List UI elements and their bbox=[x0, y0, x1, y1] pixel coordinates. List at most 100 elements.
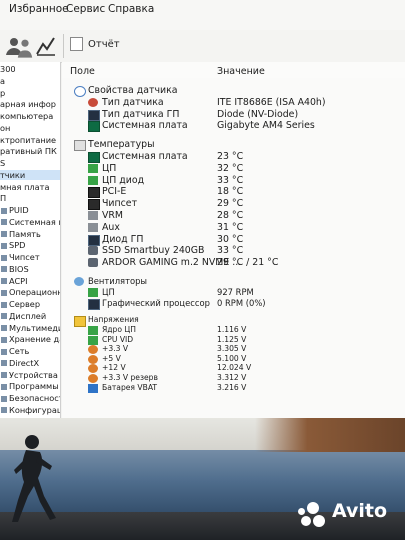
sidebar-item-label: BIOS bbox=[9, 263, 29, 274]
sidebar-item[interactable]: тчики bbox=[0, 169, 60, 180]
field-value: 32 °C bbox=[217, 162, 244, 174]
column-value[interactable]: Значение bbox=[217, 66, 265, 77]
tree-node-icon bbox=[1, 313, 7, 320]
menu-service[interactable]: Сервис bbox=[66, 0, 105, 24]
toolbar-separator bbox=[63, 34, 64, 58]
battery-icon bbox=[88, 383, 98, 393]
sidebar-item[interactable]: Программы bbox=[0, 381, 60, 391]
runner-silhouette bbox=[12, 435, 56, 522]
sidebar-item[interactable]: он bbox=[0, 123, 60, 133]
sidebar-item[interactable]: Хранение данных bbox=[0, 334, 60, 344]
sidebar-item-label: Системная плата bbox=[9, 216, 60, 227]
sidebar-item[interactable]: ACPI bbox=[0, 276, 60, 286]
sidebar-item-label: ACPI bbox=[9, 275, 28, 286]
sidebar-item[interactable]: Память bbox=[0, 229, 60, 239]
field-value: 29 °C bbox=[217, 198, 244, 210]
sidebar-item[interactable]: Сервер bbox=[0, 299, 60, 309]
field-value: 23 °C bbox=[217, 151, 244, 162]
sidebar-item[interactable]: DirectX bbox=[0, 358, 60, 368]
field-label: Системная плата bbox=[102, 151, 188, 162]
sidebar-item[interactable]: Системная плата bbox=[0, 217, 60, 227]
menu-favorites[interactable]: Избранное bbox=[9, 0, 69, 24]
sensor-row[interactable]: Батарея VBAT 3.216 V bbox=[62, 382, 405, 396]
sidebar-item[interactable]: S bbox=[0, 158, 60, 168]
user-group-icon bbox=[13, 36, 33, 58]
sidebar-item-label: Сеть bbox=[9, 346, 30, 356]
sidebar-item-label: SPD bbox=[9, 240, 26, 251]
sidebar-item-label: арная инфор bbox=[0, 99, 56, 110]
gpu-icon bbox=[88, 298, 100, 310]
sidebar-item-label: Программы bbox=[9, 381, 59, 392]
sidebar-tree[interactable]: 300 а р арная инфор компьютера он ктропитание р… bbox=[0, 62, 61, 418]
cpu-icon bbox=[88, 287, 98, 297]
tree-node-icon bbox=[1, 278, 7, 284]
sensor-list[interactable]: Свойства датчика Тип датчика ITE IT8686E (… bbox=[62, 78, 405, 418]
menu-bar: Избранное Сервис Справка bbox=[0, 0, 405, 30]
sidebar-item-label: Чипсет bbox=[9, 252, 40, 262]
sensor-row[interactable]: Графический процессор 0 RPM (0%) bbox=[62, 297, 405, 311]
field-value: Gigabyte AM4 Series bbox=[217, 120, 315, 132]
field-value: 31 °C bbox=[217, 221, 244, 233]
watermark-text: Avito bbox=[332, 500, 388, 522]
field-value: 927 RPM bbox=[217, 286, 254, 297]
tree-node-icon bbox=[1, 266, 7, 273]
field-value: 30 °C bbox=[217, 233, 244, 245]
sidebar-item[interactable]: 300 bbox=[0, 64, 60, 74]
sidebar-item[interactable]: Операционная систем bbox=[0, 287, 60, 297]
sidebar-item-label: Безопасность bbox=[9, 393, 60, 403]
menu-help[interactable]: Справка bbox=[108, 0, 154, 24]
tree-node-icon bbox=[1, 254, 7, 261]
sidebar-item-label: Конфигурация bbox=[9, 404, 60, 415]
sidebar-item[interactable]: ративный ПК bbox=[0, 146, 60, 156]
sidebar-item[interactable]: BIOS bbox=[0, 264, 60, 274]
toolbar: Отчёт bbox=[0, 30, 405, 63]
sidebar-item-label: S bbox=[0, 158, 6, 168]
tree-node-icon bbox=[1, 207, 7, 214]
sidebar-item[interactable]: П bbox=[0, 193, 60, 203]
report-button[interactable]: Отчёт bbox=[70, 37, 120, 51]
sidebar-item[interactable]: Безопасность bbox=[0, 393, 60, 403]
sidebar-item[interactable]: р bbox=[0, 88, 60, 98]
sensor-icon bbox=[88, 97, 98, 107]
watermark-dot bbox=[307, 502, 319, 514]
sidebar-item[interactable]: ктропитание bbox=[0, 135, 60, 145]
field-label: Чипсет bbox=[102, 198, 138, 210]
column-field[interactable]: Поле bbox=[70, 66, 95, 77]
sidebar-item[interactable]: Дисплей bbox=[0, 311, 60, 321]
tree-node-icon bbox=[1, 383, 7, 390]
field-label: ЦП bbox=[102, 162, 117, 174]
sidebar-item[interactable]: компьютера bbox=[0, 111, 60, 121]
column-header: Поле Значение bbox=[62, 62, 405, 79]
sidebar-item-label: Дисплей bbox=[9, 310, 47, 321]
sidebar-item[interactable]: PUID bbox=[0, 205, 60, 215]
sidebar-item[interactable]: Конфигурация bbox=[0, 405, 60, 415]
sidebar-item[interactable]: Чипсет bbox=[0, 252, 60, 262]
benchmark-chart-icon[interactable] bbox=[34, 34, 58, 58]
tree-node-icon bbox=[1, 231, 7, 237]
avito-watermark: Avito bbox=[295, 500, 405, 528]
sidebar-item[interactable]: а bbox=[0, 76, 60, 86]
field-label: Графический процессор bbox=[102, 297, 210, 308]
sidebar-item[interactable]: мная плата bbox=[0, 182, 60, 192]
field-value: 33 °C bbox=[217, 174, 244, 186]
sensor-row[interactable]: ARDOR GAMING m.2 NVME ... 29 °C / 21 °C bbox=[62, 256, 405, 270]
cpu-icon bbox=[88, 163, 98, 173]
sidebar-item[interactable]: SPD bbox=[0, 240, 60, 250]
sidebar-item[interactable]: Мультимедиа bbox=[0, 323, 60, 333]
sidebar-item-label: ктропитание bbox=[0, 134, 57, 145]
field-label: Aux bbox=[102, 221, 120, 233]
sidebar-item-label: 300 bbox=[0, 64, 16, 74]
field-value: Diode (NV-Diode) bbox=[217, 108, 299, 120]
sidebar-item[interactable]: Устройства bbox=[0, 370, 60, 380]
field-value: ITE IT8686E (ISA A40h) bbox=[217, 96, 326, 108]
sidebar-item-label: а bbox=[0, 75, 6, 86]
field-label: PCI-E bbox=[102, 186, 127, 198]
sidebar-item[interactable]: арная инфор bbox=[0, 99, 60, 109]
tree-node-icon bbox=[1, 336, 7, 343]
sidebar-item-label: П bbox=[0, 193, 7, 204]
sensor-row[interactable]: Системная плата Gigabyte AM4 Series bbox=[62, 119, 405, 133]
field-label: Тип датчика ГП bbox=[102, 108, 180, 120]
sidebar-item[interactable]: Сеть bbox=[0, 346, 60, 356]
tree-node-icon bbox=[1, 242, 7, 249]
field-label: Вентиляторы bbox=[88, 276, 148, 286]
